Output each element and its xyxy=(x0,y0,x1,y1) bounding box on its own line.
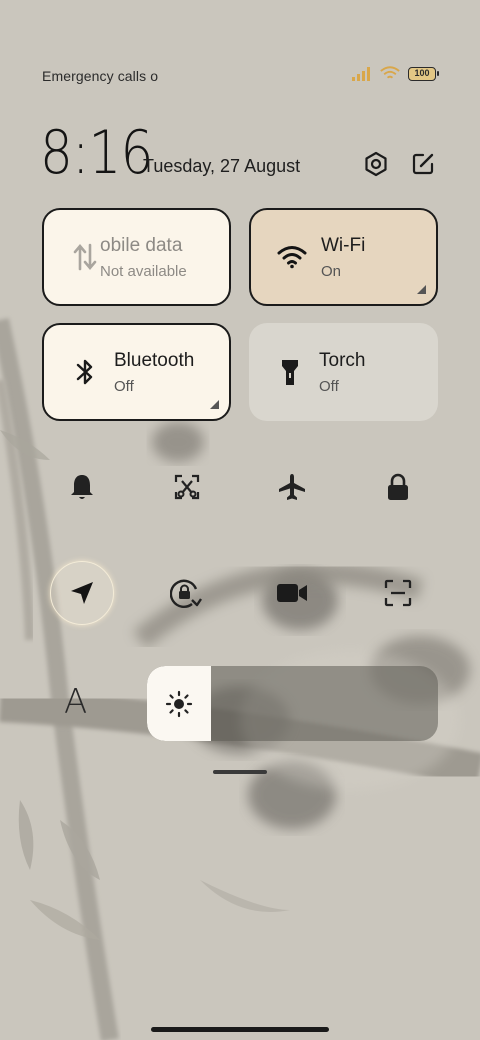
bell-icon xyxy=(71,475,93,499)
tile-bluetooth-status: Off xyxy=(114,377,134,395)
expand-corner-icon[interactable] xyxy=(417,285,426,294)
signal-icon xyxy=(352,66,370,81)
tile-mobile-data-label: obile data xyxy=(100,234,183,256)
location-icon xyxy=(71,582,93,604)
toggle-video[interactable] xyxy=(260,561,324,625)
settings-icon[interactable] xyxy=(362,150,390,178)
tile-wifi-label: Wi-Fi xyxy=(321,234,366,256)
sun-icon xyxy=(165,690,193,717)
tile-mobile-data-status: Not available xyxy=(100,262,187,280)
torch-icon xyxy=(275,357,305,387)
home-indicator[interactable] xyxy=(151,1027,329,1032)
wifi-icon xyxy=(277,242,307,272)
status-icons: 100 xyxy=(352,66,439,81)
battery-indicator: 100 xyxy=(408,66,439,81)
tile-torch-status: Off xyxy=(319,377,339,395)
scanner-icon xyxy=(384,579,412,607)
clock-time: 8:16 xyxy=(40,118,153,188)
tile-wifi[interactable]: Wi-Fi On xyxy=(249,208,438,306)
toggle-airplane[interactable] xyxy=(260,455,324,519)
rotation-lock-icon xyxy=(170,579,202,609)
toggle-screenshot[interactable] xyxy=(155,455,219,519)
mobile-data-icon xyxy=(70,242,100,272)
video-icon xyxy=(277,584,307,602)
panel-drag-handle[interactable] xyxy=(213,770,267,774)
screenshot-icon xyxy=(174,474,200,500)
status-emergency-text: Emergency calls o xyxy=(42,68,159,84)
edit-icon[interactable] xyxy=(409,150,437,178)
toggle-location[interactable] xyxy=(50,561,114,625)
tile-torch-label: Torch xyxy=(319,349,366,371)
tile-mobile-data[interactable]: obile data Not available xyxy=(42,208,231,306)
lock-icon xyxy=(388,473,408,500)
bluetooth-icon xyxy=(70,357,100,387)
clock-date: Tuesday, 27 August xyxy=(143,156,301,176)
brightness-slider[interactable] xyxy=(147,666,438,741)
tile-bluetooth-label: Bluetooth xyxy=(114,349,195,371)
tile-wifi-status: On xyxy=(321,262,342,280)
toggle-rotation-lock[interactable] xyxy=(155,561,219,625)
toggle-scanner[interactable] xyxy=(366,561,430,625)
wifi-status-icon xyxy=(380,66,400,79)
brightness-fill xyxy=(147,666,212,741)
expand-corner-icon[interactable] xyxy=(210,400,219,409)
toggle-lock[interactable] xyxy=(366,455,430,519)
tile-bluetooth[interactable]: Bluetooth Off xyxy=(42,323,231,421)
toggle-sound[interactable] xyxy=(50,455,114,519)
font-size-button[interactable]: A xyxy=(64,682,87,722)
airplane-icon xyxy=(279,474,305,500)
tile-torch[interactable]: Torch Off xyxy=(249,323,438,421)
